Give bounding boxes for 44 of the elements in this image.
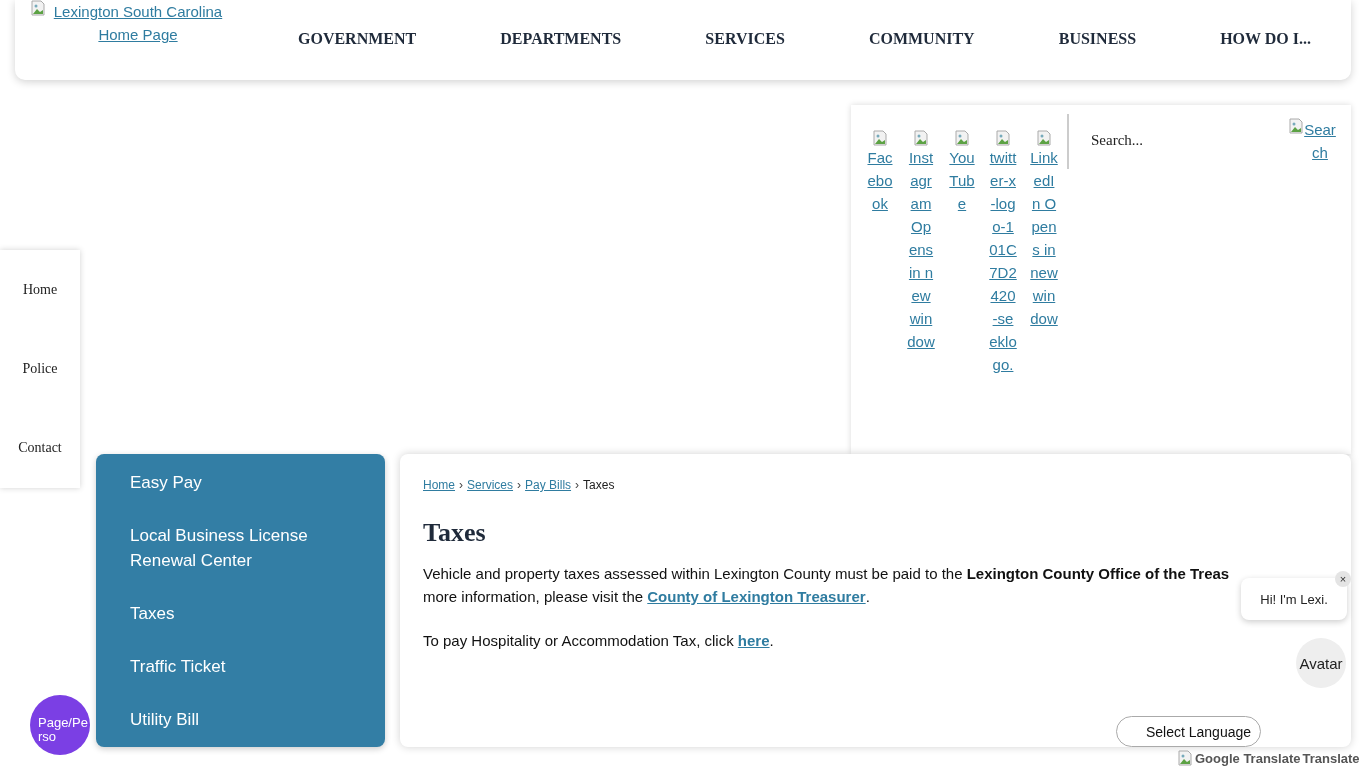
broken-image-icon	[913, 130, 929, 146]
breadcrumb-current: Taxes	[583, 478, 615, 492]
social-link[interactable]: LinkedIn Opens in new window	[1030, 146, 1058, 330]
breadcrumb-separator: ›	[575, 478, 580, 492]
breadcrumb-link[interactable]: Services	[467, 478, 514, 492]
broken-image-icon	[872, 130, 888, 146]
nav-menu-item[interactable]: SERVICES	[705, 30, 785, 48]
here-link[interactable]: here	[737, 632, 770, 649]
chat-greeting: Hi! I'm Lexi.	[1260, 591, 1328, 607]
language-select[interactable]: Select Language	[1116, 716, 1261, 747]
social-link[interactable]: YouTube	[948, 146, 976, 215]
side-nav-link[interactable]: Traffic Ticket	[130, 652, 351, 681]
quick-link[interactable]: Contact	[18, 440, 62, 457]
nav-menu-item[interactable]: DEPARTMENTS	[500, 30, 622, 48]
breadcrumb-link[interactable]: Pay Bills	[525, 478, 572, 492]
social-link[interactable]: Facebook	[866, 146, 894, 215]
logo-link[interactable]: Lexington South Carolina Home Page	[46, 0, 230, 46]
side-nav-link[interactable]: Utility Bill	[130, 705, 351, 734]
broken-image-icon	[954, 130, 970, 146]
page-title: Taxes	[423, 518, 487, 548]
broken-image-icon	[1288, 118, 1304, 134]
nav-menu-item[interactable]: GOVERNMENT	[298, 30, 417, 48]
nav-menu-item[interactable]: COMMUNITY	[868, 30, 975, 48]
treasurer-link[interactable]: County of Lexington Treasurer	[647, 588, 866, 605]
broken-image-icon	[1177, 750, 1193, 766]
quick-link[interactable]: Home	[22, 281, 58, 298]
search-link[interactable]: Search	[1304, 118, 1336, 164]
nav-menu-item[interactable]: HOW DO I...	[1220, 30, 1311, 48]
google-translate-logo: Google Translate	[1195, 750, 1301, 766]
breadcrumb-link[interactable]: Home	[423, 478, 455, 492]
translate-label: Translate	[1302, 750, 1360, 766]
side-nav-link[interactable]: Taxes	[130, 599, 351, 628]
broken-image-icon	[995, 130, 1011, 146]
social-link[interactable]: Instagram Opens in new window	[907, 146, 935, 353]
breadcrumb-separator: ›	[517, 478, 522, 492]
side-nav-link[interactable]: Easy Pay	[130, 468, 351, 497]
broken-image-icon	[1036, 130, 1052, 146]
page-widget-button[interactable]: Page/Perso	[30, 695, 90, 755]
broken-image-icon	[30, 0, 46, 16]
quick-link[interactable]: Police	[22, 361, 58, 377]
side-nav-link[interactable]: Local Business License Renewal Center	[130, 521, 351, 575]
social-link[interactable]: twitter-x-logo-101C7D2420-seeklogo.	[989, 146, 1017, 376]
breadcrumb-separator: ›	[459, 478, 463, 492]
nav-menu-item[interactable]: BUSINESS	[1058, 30, 1137, 48]
